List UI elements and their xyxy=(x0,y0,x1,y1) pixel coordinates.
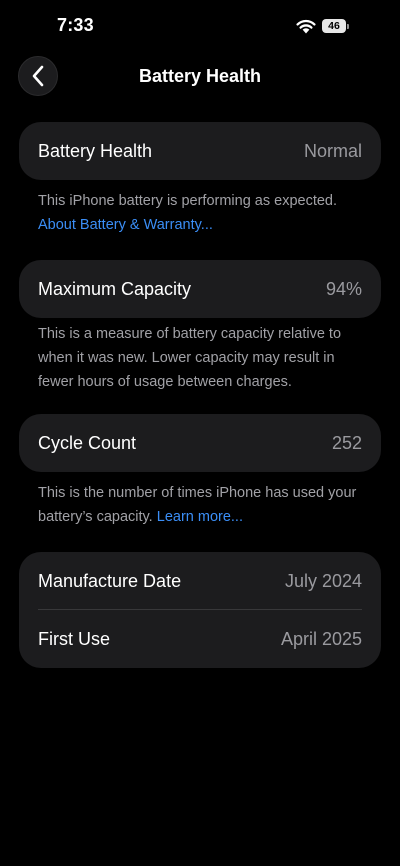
manufacture-date-label: Manufacture Date xyxy=(38,571,182,591)
cycle-count-card: Cycle Count 252 xyxy=(19,414,381,472)
maximum-capacity-label: Maximum Capacity xyxy=(38,279,192,299)
status-bar: 7:33 46 xyxy=(0,0,400,52)
back-button[interactable] xyxy=(18,56,58,96)
maximum-capacity-note: This is a measure of battery capacity re… xyxy=(38,326,342,390)
battery-health-note: This iPhone battery is performing as exp… xyxy=(38,193,338,209)
manufacture-date-value: July 2024 xyxy=(284,571,362,591)
dates-card: Manufacture Date July 2024 First Use Apr… xyxy=(19,552,381,668)
battery-icon: 46 xyxy=(322,19,346,33)
first-use-row: First Use April 2025 xyxy=(19,610,381,668)
about-battery-warranty-link[interactable]: About Battery & Warranty... xyxy=(38,213,368,237)
battery-health-row: Battery Health Normal xyxy=(19,122,381,180)
battery-health-footnote: This iPhone battery is performing as exp… xyxy=(38,189,368,237)
battery-level: 46 xyxy=(328,20,340,32)
manufacture-date-row: Manufacture Date July 2024 xyxy=(19,552,381,610)
cycle-count-footnote: This is the number of times iPhone has u… xyxy=(38,481,358,529)
first-use-value: April 2025 xyxy=(280,629,362,649)
learn-more-link[interactable]: Learn more... xyxy=(157,509,243,525)
status-time: 7:33 xyxy=(57,15,94,35)
battery-health-value: Normal xyxy=(303,141,362,161)
maximum-capacity-card: Maximum Capacity 94% xyxy=(19,260,381,318)
battery-health-label: Battery Health xyxy=(38,141,153,161)
cycle-count-label: Cycle Count xyxy=(38,433,137,453)
nav-bar: Battery Health xyxy=(0,54,400,98)
maximum-capacity-value: 94% xyxy=(325,279,362,299)
page-title: Battery Health xyxy=(138,66,262,86)
wifi-icon xyxy=(296,19,316,34)
chevron-left-icon xyxy=(32,65,44,87)
cycle-count-value: 252 xyxy=(331,433,362,453)
first-use-label: First Use xyxy=(38,629,110,649)
maximum-capacity-row: Maximum Capacity 94% xyxy=(19,260,381,318)
battery-health-card: Battery Health Normal xyxy=(19,122,381,180)
cycle-count-row: Cycle Count 252 xyxy=(19,414,381,472)
battery-nub xyxy=(347,23,349,29)
